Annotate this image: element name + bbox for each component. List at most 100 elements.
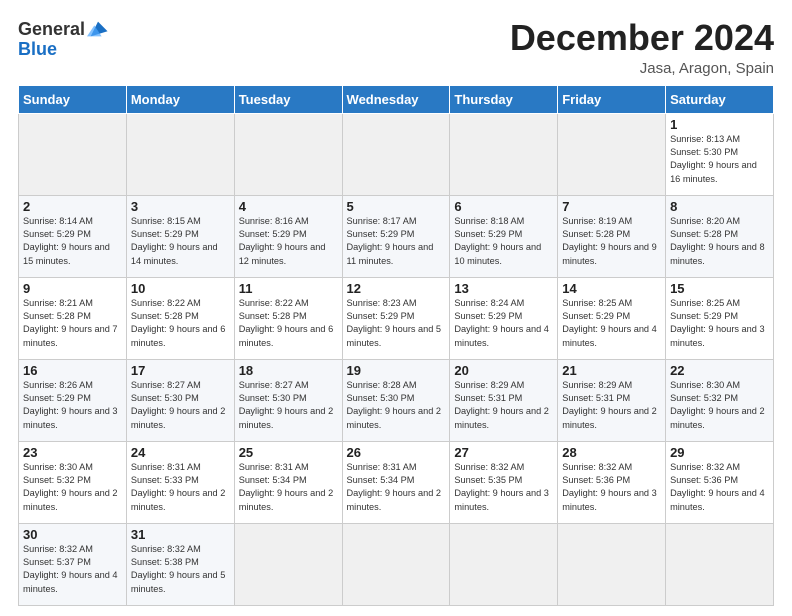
- col-saturday: Saturday: [666, 85, 774, 113]
- day-info: Sunrise: 8:26 AM Sunset: 5:29 PM Dayligh…: [23, 379, 122, 432]
- col-monday: Monday: [126, 85, 234, 113]
- table-row: 6 Sunrise: 8:18 AM Sunset: 5:29 PM Dayli…: [450, 195, 558, 277]
- day-info: Sunrise: 8:31 AM Sunset: 5:34 PM Dayligh…: [239, 461, 338, 514]
- table-row: [450, 113, 558, 195]
- table-row: 14 Sunrise: 8:25 AM Sunset: 5:29 PM Dayl…: [558, 277, 666, 359]
- day-info: Sunrise: 8:32 AM Sunset: 5:38 PM Dayligh…: [131, 543, 230, 596]
- table-row: 17 Sunrise: 8:27 AM Sunset: 5:30 PM Dayl…: [126, 359, 234, 441]
- day-info: Sunrise: 8:25 AM Sunset: 5:29 PM Dayligh…: [670, 297, 769, 350]
- day-info: Sunrise: 8:22 AM Sunset: 5:28 PM Dayligh…: [239, 297, 338, 350]
- title-area: December 2024 Jasa, Aragon, Spain: [510, 18, 774, 77]
- day-info: Sunrise: 8:17 AM Sunset: 5:29 PM Dayligh…: [347, 215, 446, 268]
- table-row: 24 Sunrise: 8:31 AM Sunset: 5:33 PM Dayl…: [126, 441, 234, 523]
- day-number: 18: [239, 363, 338, 378]
- day-info: Sunrise: 8:27 AM Sunset: 5:30 PM Dayligh…: [239, 379, 338, 432]
- table-row: 9 Sunrise: 8:21 AM Sunset: 5:28 PM Dayli…: [19, 277, 127, 359]
- logo: General Blue: [18, 18, 109, 58]
- day-number: 16: [23, 363, 122, 378]
- table-row: [558, 113, 666, 195]
- day-info: Sunrise: 8:14 AM Sunset: 5:29 PM Dayligh…: [23, 215, 122, 268]
- calendar-week-row: 9 Sunrise: 8:21 AM Sunset: 5:28 PM Dayli…: [19, 277, 774, 359]
- table-row: 11 Sunrise: 8:22 AM Sunset: 5:28 PM Dayl…: [234, 277, 342, 359]
- day-info: Sunrise: 8:31 AM Sunset: 5:33 PM Dayligh…: [131, 461, 230, 514]
- table-row: 13 Sunrise: 8:24 AM Sunset: 5:29 PM Dayl…: [450, 277, 558, 359]
- day-number: 27: [454, 445, 553, 460]
- calendar-week-row: 30 Sunrise: 8:32 AM Sunset: 5:37 PM Dayl…: [19, 523, 774, 605]
- table-row: 16 Sunrise: 8:26 AM Sunset: 5:29 PM Dayl…: [19, 359, 127, 441]
- month-title: December 2024: [510, 18, 774, 58]
- day-number: 23: [23, 445, 122, 460]
- day-number: 22: [670, 363, 769, 378]
- table-row: 23 Sunrise: 8:30 AM Sunset: 5:32 PM Dayl…: [19, 441, 127, 523]
- day-number: 10: [131, 281, 230, 296]
- day-number: 30: [23, 527, 122, 542]
- table-row: 18 Sunrise: 8:27 AM Sunset: 5:30 PM Dayl…: [234, 359, 342, 441]
- logo-blue-text: Blue: [18, 40, 57, 58]
- day-number: 13: [454, 281, 553, 296]
- day-number: 7: [562, 199, 661, 214]
- table-row: 20 Sunrise: 8:29 AM Sunset: 5:31 PM Dayl…: [450, 359, 558, 441]
- day-info: Sunrise: 8:32 AM Sunset: 5:37 PM Dayligh…: [23, 543, 122, 596]
- day-number: 29: [670, 445, 769, 460]
- day-number: 1: [670, 117, 769, 132]
- day-info: Sunrise: 8:13 AM Sunset: 5:30 PM Dayligh…: [670, 133, 769, 186]
- table-row: 26 Sunrise: 8:31 AM Sunset: 5:34 PM Dayl…: [342, 441, 450, 523]
- logo-general-text: General: [18, 20, 85, 38]
- table-row: 31 Sunrise: 8:32 AM Sunset: 5:38 PM Dayl…: [126, 523, 234, 605]
- calendar-header-row: Sunday Monday Tuesday Wednesday Thursday…: [19, 85, 774, 113]
- day-info: Sunrise: 8:28 AM Sunset: 5:30 PM Dayligh…: [347, 379, 446, 432]
- table-row: 2 Sunrise: 8:14 AM Sunset: 5:29 PM Dayli…: [19, 195, 127, 277]
- day-info: Sunrise: 8:23 AM Sunset: 5:29 PM Dayligh…: [347, 297, 446, 350]
- table-row: [234, 113, 342, 195]
- table-row: [342, 113, 450, 195]
- day-info: Sunrise: 8:31 AM Sunset: 5:34 PM Dayligh…: [347, 461, 446, 514]
- calendar-week-row: 2 Sunrise: 8:14 AM Sunset: 5:29 PM Dayli…: [19, 195, 774, 277]
- table-row: 21 Sunrise: 8:29 AM Sunset: 5:31 PM Dayl…: [558, 359, 666, 441]
- table-row: [126, 113, 234, 195]
- table-row: [342, 523, 450, 605]
- day-number: 14: [562, 281, 661, 296]
- day-info: Sunrise: 8:32 AM Sunset: 5:36 PM Dayligh…: [670, 461, 769, 514]
- day-number: 25: [239, 445, 338, 460]
- table-row: [234, 523, 342, 605]
- table-row: [450, 523, 558, 605]
- day-number: 3: [131, 199, 230, 214]
- col-wednesday: Wednesday: [342, 85, 450, 113]
- table-row: 28 Sunrise: 8:32 AM Sunset: 5:36 PM Dayl…: [558, 441, 666, 523]
- day-info: Sunrise: 8:32 AM Sunset: 5:36 PM Dayligh…: [562, 461, 661, 514]
- day-info: Sunrise: 8:30 AM Sunset: 5:32 PM Dayligh…: [670, 379, 769, 432]
- table-row: 25 Sunrise: 8:31 AM Sunset: 5:34 PM Dayl…: [234, 441, 342, 523]
- table-row: 5 Sunrise: 8:17 AM Sunset: 5:29 PM Dayli…: [342, 195, 450, 277]
- day-info: Sunrise: 8:16 AM Sunset: 5:29 PM Dayligh…: [239, 215, 338, 268]
- table-row: 4 Sunrise: 8:16 AM Sunset: 5:29 PM Dayli…: [234, 195, 342, 277]
- day-info: Sunrise: 8:30 AM Sunset: 5:32 PM Dayligh…: [23, 461, 122, 514]
- day-info: Sunrise: 8:25 AM Sunset: 5:29 PM Dayligh…: [562, 297, 661, 350]
- day-number: 21: [562, 363, 661, 378]
- table-row: 29 Sunrise: 8:32 AM Sunset: 5:36 PM Dayl…: [666, 441, 774, 523]
- location: Jasa, Aragon, Spain: [510, 60, 774, 77]
- day-info: Sunrise: 8:32 AM Sunset: 5:35 PM Dayligh…: [454, 461, 553, 514]
- header: General Blue December 2024 Jasa, Aragon,…: [18, 18, 774, 77]
- day-number: 26: [347, 445, 446, 460]
- day-number: 9: [23, 281, 122, 296]
- logo-icon: [87, 18, 109, 40]
- day-info: Sunrise: 8:29 AM Sunset: 5:31 PM Dayligh…: [454, 379, 553, 432]
- col-friday: Friday: [558, 85, 666, 113]
- calendar-week-row: 16 Sunrise: 8:26 AM Sunset: 5:29 PM Dayl…: [19, 359, 774, 441]
- day-info: Sunrise: 8:22 AM Sunset: 5:28 PM Dayligh…: [131, 297, 230, 350]
- table-row: 19 Sunrise: 8:28 AM Sunset: 5:30 PM Dayl…: [342, 359, 450, 441]
- calendar-week-row: 23 Sunrise: 8:30 AM Sunset: 5:32 PM Dayl…: [19, 441, 774, 523]
- table-row: 30 Sunrise: 8:32 AM Sunset: 5:37 PM Dayl…: [19, 523, 127, 605]
- day-info: Sunrise: 8:29 AM Sunset: 5:31 PM Dayligh…: [562, 379, 661, 432]
- day-number: 28: [562, 445, 661, 460]
- table-row: 22 Sunrise: 8:30 AM Sunset: 5:32 PM Dayl…: [666, 359, 774, 441]
- day-number: 20: [454, 363, 553, 378]
- day-info: Sunrise: 8:15 AM Sunset: 5:29 PM Dayligh…: [131, 215, 230, 268]
- day-number: 31: [131, 527, 230, 542]
- day-info: Sunrise: 8:18 AM Sunset: 5:29 PM Dayligh…: [454, 215, 553, 268]
- day-number: 8: [670, 199, 769, 214]
- table-row: [19, 113, 127, 195]
- table-row: 12 Sunrise: 8:23 AM Sunset: 5:29 PM Dayl…: [342, 277, 450, 359]
- calendar: Sunday Monday Tuesday Wednesday Thursday…: [18, 85, 774, 606]
- table-row: 1 Sunrise: 8:13 AM Sunset: 5:30 PM Dayli…: [666, 113, 774, 195]
